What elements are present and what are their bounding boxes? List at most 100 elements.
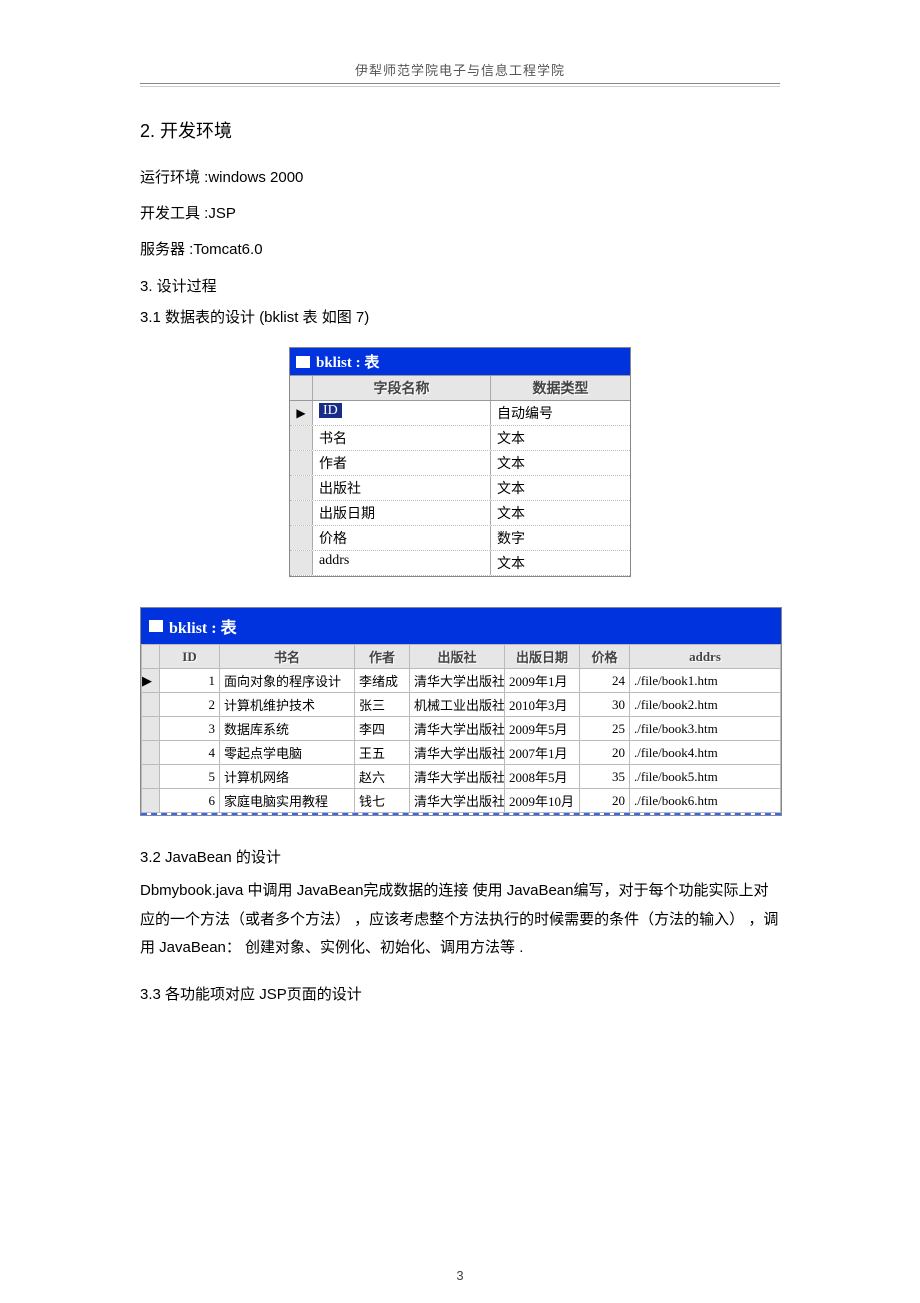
cell-addrs[interactable]: ./file/book1.htm (630, 669, 781, 693)
schema-row[interactable]: 出版社文本 (290, 476, 630, 501)
cell-author[interactable]: 李四 (355, 717, 410, 741)
schema-row[interactable]: 出版日期文本 (290, 501, 630, 526)
cell-date[interactable]: 2007年1月 (505, 741, 580, 765)
row-selector-icon[interactable] (290, 526, 313, 550)
cell-date[interactable]: 2009年1月 (505, 669, 580, 693)
cell-publisher[interactable]: 清华大学出版社 (410, 741, 505, 765)
table-row[interactable]: 4零起点学电脑王五清华大学出版社2007年1月20./file/book4.ht… (142, 741, 781, 765)
row-selector-icon[interactable] (290, 551, 313, 575)
schema-field-name[interactable]: 价格 (313, 526, 491, 550)
data-header-price: 价格 (580, 645, 630, 669)
header-divider (140, 83, 780, 87)
row-selector-icon[interactable] (290, 501, 313, 525)
cell-date[interactable]: 2008年5月 (505, 765, 580, 789)
cell-author[interactable]: 王五 (355, 741, 410, 765)
cell-price[interactable]: 35 (580, 765, 630, 789)
cell-addrs[interactable]: ./file/book3.htm (630, 717, 781, 741)
schema-field-type[interactable]: 文本 (491, 551, 630, 575)
cell-id[interactable]: 6 (160, 789, 220, 813)
cell-id[interactable]: 1 (160, 669, 220, 693)
table-row[interactable]: 3数据库系统李四清华大学出版社2009年5月25./file/book3.htm (142, 717, 781, 741)
schema-window-titlebar: bklist : 表 (290, 348, 630, 375)
row-selector-icon[interactable]: ▶ (142, 669, 160, 693)
schema-row[interactable]: 价格数字 (290, 526, 630, 551)
section-3-2-paragraph: Dbmybook.java 中调用 JavaBean完成数据的连接 使用 Jav… (140, 877, 780, 963)
cell-name[interactable]: 数据库系统 (220, 717, 355, 741)
table-row[interactable]: 6家庭电脑实用教程钱七清华大学出版社2009年10月20./file/book6… (142, 789, 781, 813)
cell-addrs[interactable]: ./file/book2.htm (630, 693, 781, 717)
cell-author[interactable]: 李绪成 (355, 669, 410, 693)
row-selector-icon[interactable] (142, 693, 160, 717)
schema-field-type[interactable]: 自动编号 (491, 401, 630, 425)
cell-name[interactable]: 面向对象的程序设计 (220, 669, 355, 693)
data-window-resize-edge[interactable] (141, 813, 781, 815)
schema-window: bklist : 表 字段名称 数据类型 ▶ID自动编号书名文本作者文本出版社文… (289, 347, 631, 577)
cell-name[interactable]: 计算机网络 (220, 765, 355, 789)
cell-addrs[interactable]: ./file/book6.htm (630, 789, 781, 813)
cell-date[interactable]: 2009年5月 (505, 717, 580, 741)
cell-addrs[interactable]: ./file/book4.htm (630, 741, 781, 765)
cell-publisher[interactable]: 清华大学出版社 (410, 789, 505, 813)
row-selector-icon[interactable] (290, 426, 313, 450)
section-3-1-title: 3.1 数据表的设计 (bklist 表 如图 7) (140, 306, 780, 327)
cell-name[interactable]: 家庭电脑实用教程 (220, 789, 355, 813)
cell-id[interactable]: 3 (160, 717, 220, 741)
schema-window-title: bklist : 表 (316, 351, 379, 372)
cell-name[interactable]: 零起点学电脑 (220, 741, 355, 765)
cell-publisher[interactable]: 机械工业出版社 (410, 693, 505, 717)
schema-field-type[interactable]: 文本 (491, 476, 630, 500)
data-table: ID 书名 作者 出版社 出版日期 价格 addrs ▶1面向对象的程序设计李绪… (141, 644, 781, 813)
table-row[interactable]: ▶1面向对象的程序设计李绪成清华大学出版社2009年1月24./file/boo… (142, 669, 781, 693)
table-icon (149, 620, 163, 632)
cell-id[interactable]: 2 (160, 693, 220, 717)
data-header-pub: 出版社 (410, 645, 505, 669)
schema-row[interactable]: addrs文本 (290, 551, 630, 576)
cell-price[interactable]: 20 (580, 789, 630, 813)
schema-field-type[interactable]: 数字 (491, 526, 630, 550)
cell-author[interactable]: 赵六 (355, 765, 410, 789)
section-3-2-title: 3.2 JavaBean 的设计 (140, 846, 780, 867)
cell-id[interactable]: 5 (160, 765, 220, 789)
schema-field-type[interactable]: 文本 (491, 501, 630, 525)
schema-field-name[interactable]: 出版社 (313, 476, 491, 500)
cell-price[interactable]: 30 (580, 693, 630, 717)
section-3-3-title: 3.3 各功能项对应 JSP页面的设计 (140, 983, 780, 1004)
schema-field-name[interactable]: ID (313, 401, 491, 425)
cell-publisher[interactable]: 清华大学出版社 (410, 717, 505, 741)
schema-row[interactable]: 作者文本 (290, 451, 630, 476)
table-icon (296, 356, 310, 368)
row-selector-icon[interactable] (142, 765, 160, 789)
row-selector-icon[interactable] (142, 741, 160, 765)
table-row[interactable]: 2计算机维护技术张三机械工业出版社2010年3月30./file/book2.h… (142, 693, 781, 717)
cell-price[interactable]: 20 (580, 741, 630, 765)
cell-id[interactable]: 4 (160, 741, 220, 765)
cell-author[interactable]: 张三 (355, 693, 410, 717)
schema-field-name[interactable]: addrs (313, 551, 491, 575)
cell-publisher[interactable]: 清华大学出版社 (410, 765, 505, 789)
data-header-addrs: addrs (630, 645, 781, 669)
schema-field-type[interactable]: 文本 (491, 451, 630, 475)
env-tool: 开发工具 :JSP (140, 199, 780, 229)
row-selector-icon[interactable]: ▶ (290, 401, 313, 425)
row-selector-icon[interactable] (290, 451, 313, 475)
schema-row[interactable]: 书名文本 (290, 426, 630, 451)
row-selector-icon[interactable] (142, 789, 160, 813)
cell-publisher[interactable]: 清华大学出版社 (410, 669, 505, 693)
cell-date[interactable]: 2010年3月 (505, 693, 580, 717)
schema-field-name[interactable]: 出版日期 (313, 501, 491, 525)
schema-field-name[interactable]: 作者 (313, 451, 491, 475)
cell-price[interactable]: 25 (580, 717, 630, 741)
schema-header-row: 字段名称 数据类型 (290, 375, 630, 401)
row-selector-icon[interactable] (290, 476, 313, 500)
cell-price[interactable]: 24 (580, 669, 630, 693)
schema-field-type[interactable]: 文本 (491, 426, 630, 450)
cell-name[interactable]: 计算机维护技术 (220, 693, 355, 717)
cell-date[interactable]: 2009年10月 (505, 789, 580, 813)
cell-author[interactable]: 钱七 (355, 789, 410, 813)
cell-addrs[interactable]: ./file/book5.htm (630, 765, 781, 789)
schema-field-name[interactable]: 书名 (313, 426, 491, 450)
table-row[interactable]: 5计算机网络赵六清华大学出版社2008年5月35./file/book5.htm (142, 765, 781, 789)
section-2-title: 2. 开发环境 (140, 117, 780, 143)
row-selector-icon[interactable] (142, 717, 160, 741)
schema-row[interactable]: ▶ID自动编号 (290, 401, 630, 426)
